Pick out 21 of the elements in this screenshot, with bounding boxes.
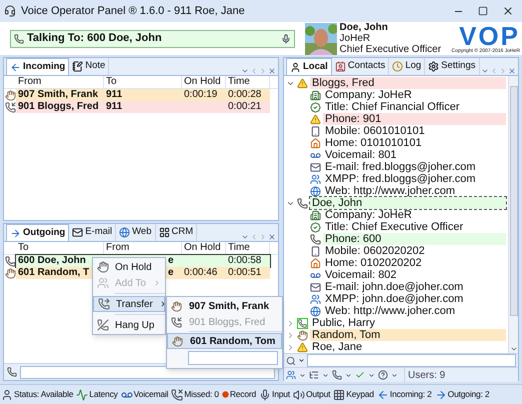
table-cell: 0:00:21 [228, 101, 262, 113]
talking-to-text: Talking To: 600 Doe, John [27, 31, 162, 46]
table-cell: e [168, 255, 174, 267]
profile-name: Doe, John [340, 22, 389, 33]
table-cell: 0:00:28 [228, 89, 262, 101]
table-cell: 0:00:46 [184, 267, 218, 279]
users-count: Users: 9 [404, 368, 446, 382]
table-cell: 0:00:19 [184, 89, 218, 101]
table-cell: 600 Doe, John [18, 255, 86, 267]
profile-title: Chief Executive Officer [340, 44, 442, 55]
table-cell: 911 [106, 101, 122, 113]
table-cell: e [168, 267, 174, 279]
table-cell: 907 Smith, Frank [18, 89, 98, 101]
profile-company: JoHeR [340, 33, 372, 44]
table-cell: 901 Bloggs, Fred [18, 101, 99, 113]
table-cell: 911 [106, 89, 122, 101]
table-cell: 0:00:51 [228, 267, 262, 279]
logo: VOP [459, 24, 520, 48]
table-cell: 0:00:58 [228, 255, 262, 267]
table-cell: 601 Random, T [18, 267, 90, 279]
window-title: Voice Operator Panel ® 1.6.0 - 911 Roe, Jane [21, 4, 245, 19]
